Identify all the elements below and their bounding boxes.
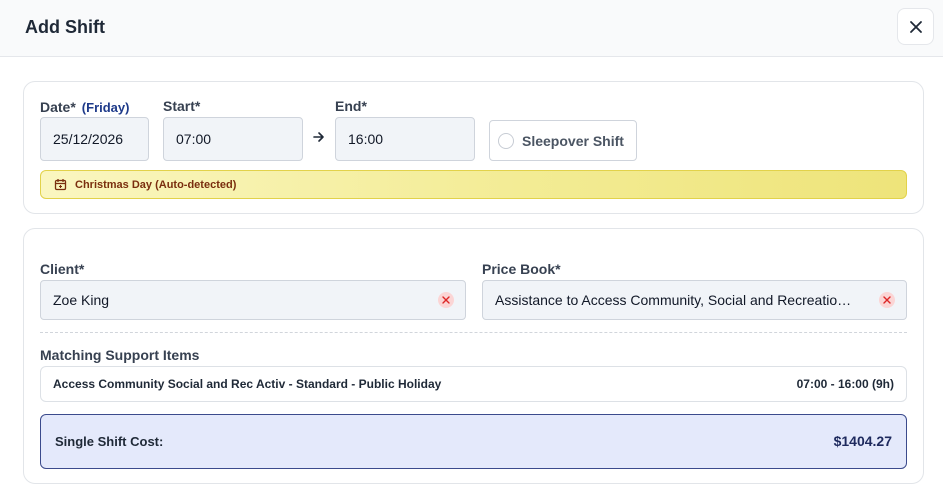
holiday-banner: Christmas Day (Auto-detected) <box>40 170 907 199</box>
end-time-input[interactable]: 16:00 <box>335 117 475 161</box>
modal-header: Add Shift <box>0 0 943 57</box>
date-input[interactable]: 25/12/2026 <box>40 117 149 161</box>
price-book-select[interactable]: Assistance to Access Community, Social a… <box>482 280 907 320</box>
shift-cost-box: Single Shift Cost: $1404.27 <box>40 414 907 469</box>
close-button[interactable] <box>897 8 934 45</box>
support-item-row: Access Community Social and Rec Activ - … <box>40 366 907 402</box>
shift-cost-label: Single Shift Cost: <box>55 434 164 449</box>
close-icon <box>909 20 922 33</box>
clear-price-book-button[interactable] <box>879 292 895 308</box>
arrow-right-icon <box>313 132 324 142</box>
section-divider <box>40 332 907 333</box>
close-icon <box>442 296 450 304</box>
shift-cost-value: $1404.27 <box>833 433 892 449</box>
clear-client-button[interactable] <box>438 292 454 308</box>
holiday-text: Christmas Day (Auto-detected) <box>75 178 237 191</box>
date-label: Date* (Friday) <box>40 99 129 115</box>
sleepover-toggle[interactable]: Sleepover Shift <box>489 120 637 161</box>
client-select[interactable]: Zoe King <box>40 280 466 320</box>
sleepover-radio[interactable] <box>498 132 514 149</box>
support-items-label: Matching Support Items <box>40 347 200 363</box>
end-label: End* <box>335 98 367 114</box>
calendar-icon <box>54 179 67 191</box>
date-label-text: Date* <box>40 99 76 115</box>
start-time-input[interactable]: 07:00 <box>163 117 303 161</box>
price-book-label: Price Book* <box>482 261 561 277</box>
support-item-name: Access Community Social and Rec Activ - … <box>53 377 442 391</box>
support-item-time: 07:00 - 16:00 (9h) <box>796 377 894 391</box>
start-label: Start* <box>163 98 201 114</box>
close-icon <box>883 296 891 304</box>
client-label: Client* <box>40 261 85 277</box>
weekday-label: (Friday) <box>81 100 130 115</box>
modal-title: Add Shift <box>25 17 105 37</box>
sleepover-label: Sleepover Shift <box>522 132 624 149</box>
